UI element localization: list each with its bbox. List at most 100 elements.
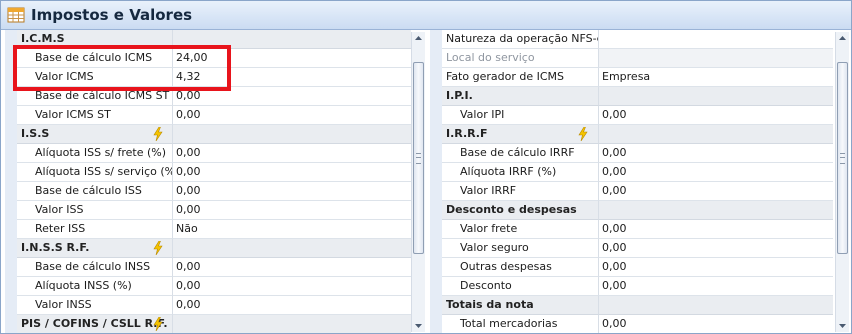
category-label: I.R.R.F [446,127,488,140]
property-value[interactable]: 24,00 [173,49,411,68]
property-label: Valor IRRF [460,184,517,197]
property-value[interactable]: Não [173,220,411,239]
property-value[interactable]: 0,00 [599,277,833,296]
category-label: I.N.S.S R.F. [21,241,90,254]
row-base-calculo-icms[interactable]: Base de cálculo ICMS 24,00 [1,49,411,68]
scroll-thumb[interactable] [413,62,424,254]
property-label: Valor frete [460,222,518,235]
row-valor-icms-st[interactable]: Valor ICMS ST 0,00 [1,106,411,125]
property-label: Outras despesas [460,260,552,273]
left-scrollbar[interactable] [411,32,425,332]
category-inss[interactable]: I.N.S.S R.F. [1,239,411,258]
property-label: Natureza da operação NFS-e [446,32,599,45]
property-value[interactable]: 0,00 [599,258,833,277]
taxes-window: Impostos e Valores I.C.M.S Base de cálcu… [0,0,852,334]
row-valor-ipi[interactable]: Valor IPI 0,00 [426,106,833,125]
property-label: Fato gerador de ICMS [446,70,564,83]
row-aliquota-inss[interactable]: Alíquota INSS (%) 0,00 [1,277,411,296]
row-total-mercadorias[interactable]: Total mercadorias 0,00 [426,315,833,333]
property-value[interactable]: Empresa [599,68,833,87]
property-label: Alíquota INSS (%) [35,279,132,292]
row-valor-irrf[interactable]: Valor IRRF 0,00 [426,182,833,201]
left-property-grid: I.C.M.S Base de cálculo ICMS 24,00 Valor… [1,30,411,333]
row-valor-iss[interactable]: Valor ISS 0,00 [1,201,411,220]
right-property-grid: Natureza da operação NFS-e Local do serv… [426,30,833,333]
row-reter-iss[interactable]: Reter ISS Não [1,220,411,239]
lightning-icon[interactable] [578,127,588,141]
scroll-down-icon[interactable] [413,320,424,331]
title-bar: Impostos e Valores [1,1,851,30]
property-value[interactable]: 0,00 [173,163,411,182]
property-label: Valor IPI [460,108,505,121]
property-value[interactable]: 0,00 [599,163,833,182]
property-label: Alíquota ISS s/ serviço (%) [35,165,173,178]
property-value[interactable]: 0,00 [599,144,833,163]
scroll-up-icon[interactable] [837,33,848,44]
property-label: Base de cálculo ICMS ST [35,89,170,102]
row-fato-gerador-icms[interactable]: Fato gerador de ICMS Empresa [426,68,833,87]
scroll-down-icon[interactable] [837,320,848,331]
property-value[interactable]: 0,00 [599,239,833,258]
category-ipi[interactable]: I.P.I. [426,87,833,106]
category-desconto-despesas[interactable]: Desconto e despesas [426,201,833,220]
row-base-calculo-icms-st[interactable]: Base de cálculo ICMS ST 0,00 [1,87,411,106]
category-label: I.S.S [21,127,50,140]
property-value[interactable]: 0,00 [173,296,411,315]
property-value[interactable]: 0,00 [599,106,833,125]
row-aliquota-iss-frete[interactable]: Alíquota ISS s/ frete (%) 0,00 [1,144,411,163]
category-pis-cofins-csll[interactable]: PIS / COFINS / CSLL R.F. [1,315,411,333]
table-icon [7,7,25,23]
scroll-thumb[interactable] [837,62,848,254]
property-value[interactable]: 0,00 [173,201,411,220]
category-label: I.P.I. [446,89,473,102]
property-value[interactable]: 0,00 [599,315,833,333]
row-valor-inss[interactable]: Valor INSS 0,00 [1,296,411,315]
category-irrf[interactable]: I.R.R.F [426,125,833,144]
property-label: Valor ICMS [35,70,94,83]
category-totais-nota[interactable]: Totais da nota [426,296,833,315]
row-local-servico: Local do serviço [426,49,833,68]
property-label: Base de cálculo IRRF [460,146,575,159]
category-iss[interactable]: I.S.S [1,125,411,144]
property-value[interactable]: 0,00 [173,258,411,277]
category-label: I.C.M.S [21,32,65,45]
property-value[interactable]: 0,00 [599,220,833,239]
window-title: Impostos e Valores [31,6,193,24]
right-scrollbar[interactable] [835,32,849,332]
lightning-icon[interactable] [153,127,163,141]
lightning-icon[interactable] [153,241,163,255]
row-desconto[interactable]: Desconto 0,00 [426,277,833,296]
property-label: Reter ISS [35,222,86,235]
property-value[interactable]: 4,32 [173,68,411,87]
row-outras-despesas[interactable]: Outras despesas 0,00 [426,258,833,277]
property-label: Alíquota ISS s/ frete (%) [35,146,167,159]
property-value[interactable]: 0,00 [173,144,411,163]
scroll-up-icon[interactable] [413,33,424,44]
row-aliquota-iss-servico[interactable]: Alíquota ISS s/ serviço (%) 0,00 [1,163,411,182]
property-label: Valor ICMS ST [35,108,111,121]
property-value[interactable]: 0,00 [173,182,411,201]
property-value[interactable]: 0,00 [599,182,833,201]
category-label: Totais da nota [446,298,534,311]
row-aliquota-irrf[interactable]: Alíquota IRRF (%) 0,00 [426,163,833,182]
category-icms[interactable]: I.C.M.S [1,30,411,49]
row-base-calculo-iss[interactable]: Base de cálculo ISS 0,00 [1,182,411,201]
property-value[interactable]: 0,00 [173,87,411,106]
category-label: PIS / COFINS / CSLL R.F. [21,317,168,330]
property-value[interactable]: 0,00 [173,277,411,296]
row-natureza-operacao[interactable]: Natureza da operação NFS-e [426,30,833,49]
property-label: Alíquota IRRF (%) [460,165,557,178]
row-valor-seguro[interactable]: Valor seguro 0,00 [426,239,833,258]
row-valor-icms[interactable]: Valor ICMS 4,32 [1,68,411,87]
row-base-calculo-irrf[interactable]: Base de cálculo IRRF 0,00 [426,144,833,163]
row-base-calculo-inss[interactable]: Base de cálculo INSS 0,00 [1,258,411,277]
property-label: Desconto [460,279,512,292]
lightning-icon[interactable] [153,317,163,331]
property-value[interactable]: 0,00 [173,106,411,125]
property-label: Valor ISS [35,203,84,216]
property-label: Valor INSS [35,298,92,311]
property-label: Base de cálculo ISS [35,184,142,197]
property-value[interactable] [599,30,833,49]
category-label: Desconto e despesas [446,203,577,216]
row-valor-frete[interactable]: Valor frete 0,00 [426,220,833,239]
